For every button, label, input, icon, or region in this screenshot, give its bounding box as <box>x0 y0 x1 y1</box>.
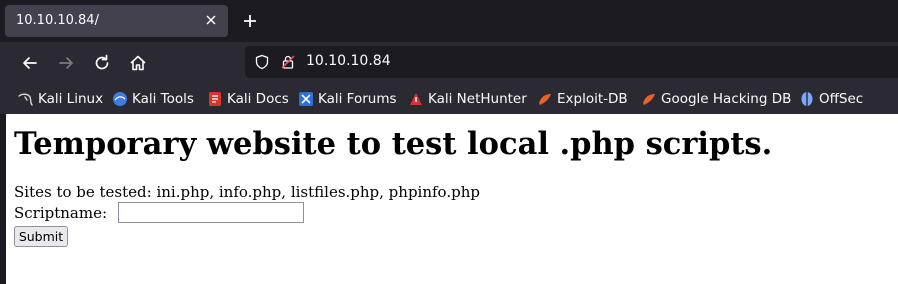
page-content: Temporary website to test local .php scr… <box>6 114 898 284</box>
close-icon[interactable] <box>204 13 218 27</box>
bookmark-label: Google Hacking DB <box>661 91 792 107</box>
bookmark-kali-tools[interactable]: Kali Tools <box>112 90 194 108</box>
bookmark-kali-nethunter[interactable]: Kali NetHunter <box>408 90 527 108</box>
tab-strip: 10.10.10.84/ <box>0 0 898 42</box>
shield-icon[interactable] <box>254 54 270 70</box>
kali-nethunter-icon <box>410 93 422 105</box>
bookmark-kali-linux[interactable]: Kali Linux <box>18 90 103 108</box>
url-bar[interactable]: 10.10.10.84 <box>245 46 898 78</box>
kali-docs-icon <box>209 92 221 106</box>
bookmark-kali-docs[interactable]: Kali Docs <box>207 90 289 108</box>
bookmark-label: Kali Linux <box>38 91 104 107</box>
new-tab-icon[interactable] <box>240 11 260 31</box>
submit-button[interactable]: Submit <box>14 226 68 247</box>
bookmark-label: OffSec <box>819 91 864 107</box>
bookmark-offsec[interactable]: OffSec <box>799 90 863 108</box>
scriptname-label: Scriptname: <box>14 204 108 222</box>
navigation-toolbar: 10.10.10.84 <box>0 42 898 84</box>
reload-icon[interactable] <box>91 52 113 74</box>
bookmarks-toolbar: Kali Linux Kali Tools Kali Docs Kali For… <box>0 84 898 114</box>
page-title: Temporary website to test local .php scr… <box>14 126 773 162</box>
bookmark-kali-forums[interactable]: Kali Forums <box>298 90 397 108</box>
url-text[interactable]: 10.10.10.84 <box>306 53 391 69</box>
home-icon[interactable] <box>127 52 149 74</box>
sites-description: Sites to be tested: ini.php, info.php, l… <box>14 183 480 201</box>
bookmark-label: Kali Docs <box>227 91 289 107</box>
scriptname-input[interactable] <box>118 202 304 223</box>
bookmark-label: Kali NetHunter <box>428 91 527 107</box>
exploit-db-icon <box>539 94 551 105</box>
bookmark-label: Exploit-DB <box>557 91 628 107</box>
bookmark-exploit-db[interactable]: Exploit-DB <box>537 90 628 108</box>
back-icon[interactable] <box>19 52 41 74</box>
kali-tools-icon <box>113 92 127 106</box>
bookmark-label: Kali Forums <box>318 91 397 107</box>
bookmark-google-hacking-db[interactable]: Google Hacking DB <box>641 90 791 108</box>
kali-forums-icon <box>299 92 313 106</box>
tab-active[interactable]: 10.10.10.84/ <box>5 5 228 37</box>
forward-icon[interactable] <box>55 52 77 74</box>
kali-dragon-icon <box>18 93 33 106</box>
tab-title: 10.10.10.84/ <box>16 13 99 28</box>
google-hacking-db-icon <box>643 94 655 105</box>
bookmark-label: Kali Tools <box>132 91 194 107</box>
offsec-icon <box>801 92 813 106</box>
insecure-lock-icon[interactable] <box>280 54 296 70</box>
